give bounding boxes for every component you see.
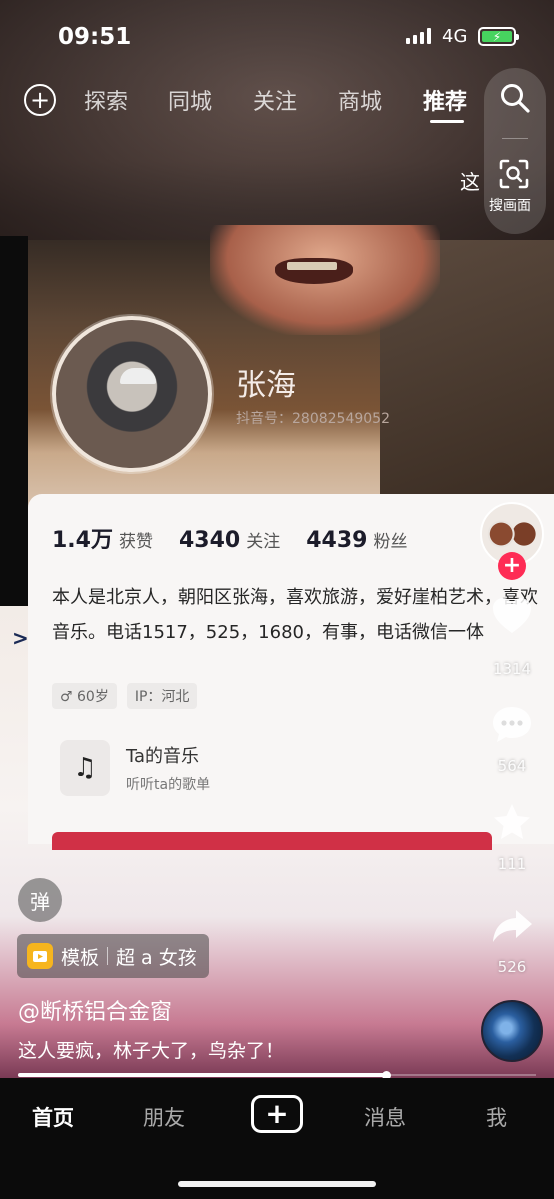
template-chip[interactable]: 模板 超 a 女孩	[17, 934, 209, 978]
video-profile-name: 张海	[236, 368, 296, 403]
scan-image-icon[interactable]	[498, 158, 530, 190]
battery-charging-icon: ⚡	[482, 30, 512, 44]
video-dark-edge	[0, 236, 28, 606]
tab-mall[interactable]: 商城	[338, 84, 382, 116]
tab-me[interactable]: 我	[486, 1102, 507, 1132]
author-name[interactable]: @断桥铝合金窗	[18, 994, 172, 1026]
top-nav: + 探索 同城 关注 商城 推荐	[0, 78, 554, 128]
follow-plus-icon[interactable]: +	[498, 552, 526, 580]
tab-friends[interactable]: 朋友	[143, 1102, 185, 1132]
stat-following-label: 关注	[246, 532, 281, 552]
avatar-cap	[120, 368, 156, 384]
plus-circle-icon[interactable]: +	[24, 84, 56, 116]
chip-divider	[107, 947, 109, 965]
signal-icon	[406, 28, 431, 44]
favorite-count: 111	[497, 855, 527, 873]
battery-icon: ⚡	[478, 27, 519, 46]
music-note-icon: ♫	[60, 740, 110, 796]
video-profile-stats: 1.4万 获赞 4340 关注 4439 粉丝	[52, 522, 492, 554]
video-profile-id: 抖音号：28082549052	[236, 411, 390, 427]
progress-bar[interactable]	[18, 1073, 386, 1077]
progress-track	[386, 1074, 536, 1076]
home-indicator	[178, 1181, 376, 1187]
tag-age: ♂ 60岁	[52, 683, 117, 709]
video-profile-tags: ♂ 60岁 IP：河北	[52, 683, 198, 709]
video-profile-avatar	[52, 316, 212, 472]
heart-icon[interactable]	[490, 596, 534, 636]
music-title: Ta的音乐	[126, 746, 200, 767]
template-name: 超 a 女孩	[116, 946, 197, 969]
video-profile-music: ♫ Ta的音乐 听听ta的歌单	[60, 740, 210, 796]
like-count: 1314	[492, 660, 532, 678]
tab-nearby[interactable]: 同城	[168, 84, 212, 116]
tag-ip: IP：河北	[126, 683, 198, 709]
video-red-banner	[52, 832, 492, 850]
share-count: 526	[497, 958, 527, 976]
tab-following[interactable]: 关注	[253, 84, 297, 116]
comment-icon[interactable]	[490, 704, 534, 744]
danmu-toggle-button[interactable]: 弹	[18, 878, 62, 922]
stat-likes-label: 获赞	[118, 532, 153, 552]
create-plus-icon[interactable]: +	[251, 1095, 303, 1133]
template-label: 模板	[61, 946, 100, 969]
stat-likes-num: 1.4万	[52, 528, 113, 553]
search-divider	[502, 138, 528, 139]
status-time: 09:51	[58, 24, 132, 50]
search-icon[interactable]	[499, 82, 531, 114]
tab-recommend[interactable]: 推荐	[423, 84, 467, 116]
stat-following-num: 4340	[178, 528, 241, 553]
tab-home[interactable]: 首页	[32, 1102, 74, 1132]
active-tab-indicator	[430, 120, 464, 123]
status-bar: 09:51 4G ⚡	[0, 0, 554, 72]
share-icon[interactable]	[490, 906, 534, 946]
stat-fans-num: 4439	[306, 528, 368, 553]
comment-count: 564	[497, 757, 527, 775]
video-profile-bio: 本人是北京人，朝阳区张海，喜欢旅游，爱好崖柏艺术，喜欢音乐。电话1517，525…	[52, 587, 538, 643]
network-type: 4G	[442, 26, 468, 47]
video-subject-teeth	[287, 262, 337, 270]
tab-messages[interactable]: 消息	[364, 1102, 406, 1132]
scan-image-label[interactable]: 搜画面	[489, 195, 531, 215]
star-icon[interactable]	[490, 802, 534, 842]
video-caption: 这人要疯，林子大了，鸟杂了！	[18, 1040, 285, 1062]
chevron-right-icon: >	[12, 626, 29, 650]
stat-fans-label: 粉丝	[373, 532, 408, 552]
music-subtitle: 听听ta的歌单	[126, 777, 211, 793]
video-overlay-text: 这	[460, 170, 480, 194]
music-disc-icon[interactable]	[481, 1000, 543, 1062]
tab-explore[interactable]: 探索	[84, 84, 128, 116]
template-icon	[27, 943, 53, 969]
